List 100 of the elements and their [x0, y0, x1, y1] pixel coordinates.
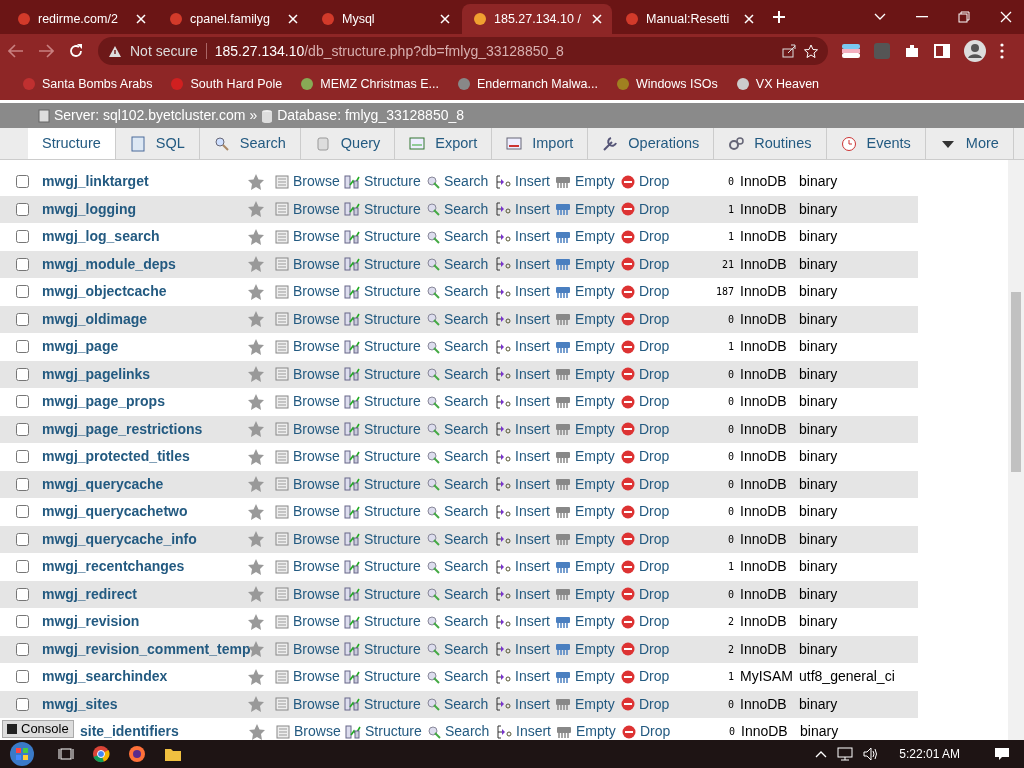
row-checkbox[interactable] [16, 230, 29, 244]
browse-link[interactable]: Browse [275, 281, 344, 303]
structure-link[interactable]: Structure [344, 308, 426, 330]
empty-link[interactable]: Empty [555, 611, 621, 633]
search-link[interactable]: Search [427, 721, 496, 740]
insert-link[interactable]: Insert [495, 226, 555, 248]
empty-link[interactable]: Empty [555, 336, 621, 358]
star-icon[interactable] [247, 420, 265, 439]
scrollbar[interactable] [1008, 160, 1024, 740]
close-icon[interactable] [592, 14, 602, 24]
structure-link[interactable]: Structure [344, 171, 426, 193]
star-icon[interactable] [804, 44, 818, 58]
flag-icon[interactable] [842, 44, 860, 58]
notification-icon[interactable] [994, 747, 1010, 761]
structure-link[interactable]: Structure [344, 418, 426, 440]
address-bar[interactable]: Not secure 185.27.134.10/db_structure.php?db=fmlyg_33128850_8 [98, 37, 828, 65]
close-icon[interactable] [136, 14, 146, 24]
table-name-link[interactable]: mwgj_log_search [42, 226, 247, 248]
drop-link[interactable]: Drop [621, 308, 679, 330]
insert-link[interactable]: Insert [495, 556, 555, 578]
row-checkbox[interactable] [16, 587, 29, 601]
table-name-link[interactable]: mwgj_sites [42, 693, 247, 715]
structure-link[interactable]: Structure [344, 556, 426, 578]
search-link[interactable]: Search [426, 556, 495, 578]
menu-tab[interactable]: Structure [28, 128, 116, 159]
drop-link[interactable]: Drop [621, 171, 679, 193]
browse-link[interactable]: Browse [275, 666, 344, 688]
insert-link[interactable]: Insert [495, 198, 555, 220]
bookmark[interactable]: Santa Bombs Arabs [22, 74, 153, 94]
search-link[interactable]: Search [426, 638, 495, 660]
row-checkbox[interactable] [16, 642, 29, 656]
search-link[interactable]: Search [426, 418, 495, 440]
empty-link[interactable]: Empty [555, 198, 621, 220]
row-checkbox[interactable] [16, 285, 29, 299]
search-link[interactable]: Search [426, 198, 495, 220]
table-name-link[interactable]: mwgj_searchindex [42, 666, 247, 688]
browser-tab[interactable]: 185.27.134.10 / [462, 4, 612, 34]
structure-link[interactable]: Structure [344, 583, 426, 605]
start-icon[interactable] [8, 740, 36, 768]
search-link[interactable]: Search [426, 446, 495, 468]
insert-link[interactable]: Insert [495, 666, 555, 688]
table-name-link[interactable]: mwgj_linktarget [42, 171, 247, 193]
table-name-link[interactable]: mwgj_logging [42, 198, 247, 220]
drop-link[interactable]: Drop [621, 336, 679, 358]
side-panel-icon[interactable] [934, 44, 950, 58]
drop-link[interactable]: Drop [621, 693, 679, 715]
table-name-link[interactable]: site_identifiers [80, 721, 248, 740]
star-icon[interactable] [247, 502, 265, 521]
menu-tab[interactable]: Import [492, 128, 589, 159]
minimize-icon[interactable] [916, 16, 928, 18]
search-link[interactable]: Search [426, 391, 495, 413]
browser-tab[interactable]: redirme.com/2 [6, 4, 156, 34]
folder-icon[interactable] [164, 746, 182, 762]
insert-link[interactable]: Insert [495, 418, 555, 440]
search-link[interactable]: Search [426, 583, 495, 605]
table-name-link[interactable]: mwgj_page_restrictions [42, 418, 247, 440]
chrome-icon[interactable] [92, 745, 110, 763]
search-link[interactable]: Search [426, 693, 495, 715]
drop-link[interactable]: Drop [621, 583, 679, 605]
row-checkbox[interactable] [16, 175, 29, 189]
menu-icon[interactable] [1000, 43, 1004, 59]
row-checkbox[interactable] [16, 202, 29, 216]
structure-link[interactable]: Structure [344, 473, 426, 495]
insert-link[interactable]: Insert [495, 281, 555, 303]
reload-icon[interactable] [68, 43, 84, 59]
row-checkbox[interactable] [16, 257, 29, 271]
empty-link[interactable]: Empty [555, 226, 621, 248]
browse-link[interactable]: Browse [275, 226, 344, 248]
insert-link[interactable]: Insert [495, 308, 555, 330]
browse-link[interactable]: Browse [275, 501, 344, 523]
empty-link[interactable]: Empty [555, 528, 621, 550]
row-checkbox[interactable] [16, 670, 29, 684]
insert-link[interactable]: Insert [495, 693, 555, 715]
drop-link[interactable]: Drop [622, 721, 680, 740]
drop-link[interactable]: Drop [621, 253, 679, 275]
star-icon[interactable] [247, 585, 265, 604]
menu-tab[interactable]: Routines [714, 128, 827, 159]
search-link[interactable]: Search [426, 611, 495, 633]
back-icon[interactable] [8, 44, 24, 58]
menu-tab[interactable]: Operations [588, 128, 715, 159]
console-button[interactable]: Console [2, 720, 74, 738]
row-checkbox[interactable] [16, 312, 29, 326]
bookmark[interactable]: South Hard Pole [170, 74, 283, 94]
chevron-up-icon[interactable] [815, 750, 828, 758]
drop-link[interactable]: Drop [621, 281, 679, 303]
close-icon[interactable] [288, 14, 298, 24]
browse-link[interactable]: Browse [275, 693, 344, 715]
drop-link[interactable]: Drop [621, 363, 679, 385]
browse-link[interactable]: Browse [275, 336, 344, 358]
table-name-link[interactable]: mwgj_recentchanges [42, 556, 247, 578]
menu-tab[interactable]: Export [395, 128, 493, 159]
scrollbar-thumb[interactable] [1011, 292, 1021, 472]
search-link[interactable]: Search [426, 336, 495, 358]
star-icon[interactable] [247, 557, 265, 576]
table-name-link[interactable]: mwgj_querycache [42, 473, 247, 495]
structure-link[interactable]: Structure [344, 198, 426, 220]
insert-link[interactable]: Insert [495, 363, 555, 385]
row-checkbox[interactable] [16, 395, 29, 409]
insert-link[interactable]: Insert [495, 171, 555, 193]
table-name-link[interactable]: mwgj_objectcache [42, 281, 247, 303]
